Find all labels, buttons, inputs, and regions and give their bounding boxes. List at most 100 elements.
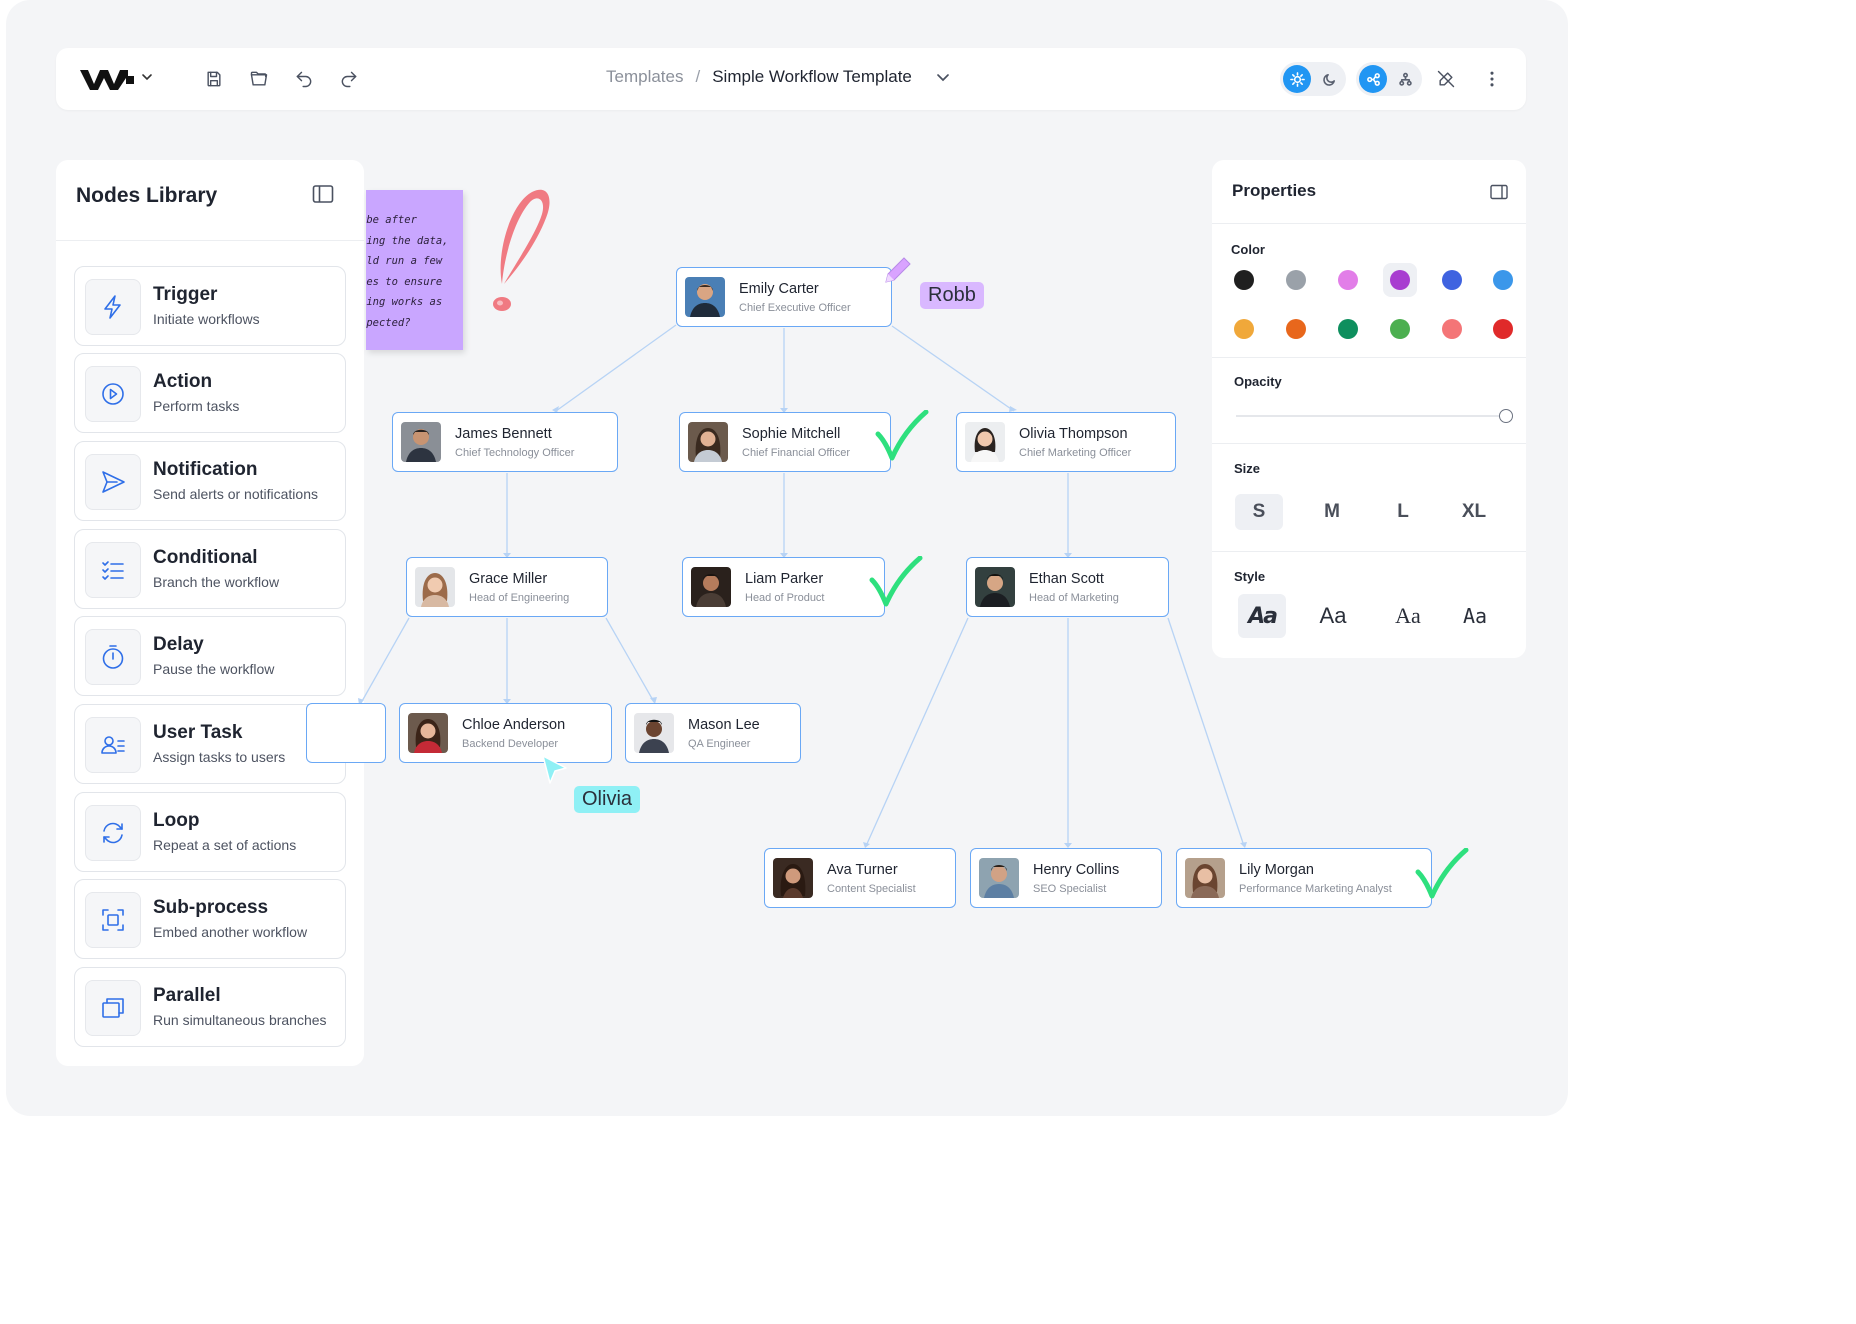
org-node-emily-carter[interactable]: Emily Carter Chief Executive Officer <box>676 267 892 327</box>
redo-icon[interactable] <box>337 67 361 91</box>
org-node-ava-turner[interactable]: Ava Turner Content Specialist <box>764 848 956 908</box>
node-subtitle: Embed another workflow <box>153 924 308 940</box>
org-node-hidden[interactable] <box>306 703 386 763</box>
edit-off-icon[interactable] <box>1434 67 1458 91</box>
org-node-mason-lee[interactable]: Mason Lee QA Engineer <box>625 703 801 763</box>
org-node-james-bennett[interactable]: James Bennett Chief Technology Officer <box>392 412 618 472</box>
avatar <box>401 422 441 462</box>
person-role: Head of Marketing <box>1029 592 1119 604</box>
app-window: Templates / Simple Workflow Template Nod… <box>6 0 1568 1116</box>
color-label: Color <box>1231 242 1265 257</box>
style-option-serif[interactable]: Aa <box>1384 594 1432 638</box>
size-option-m[interactable]: M <box>1308 494 1356 530</box>
parallel-icon <box>85 980 141 1036</box>
save-icon[interactable] <box>202 67 226 91</box>
hierarchy-view-icon[interactable] <box>1391 65 1419 93</box>
node-subtitle: Assign tasks to users <box>153 749 286 765</box>
person-name: Emily Carter <box>739 281 819 297</box>
node-action[interactable]: Action Perform tasks <box>74 353 346 433</box>
org-node-olivia-thompson[interactable]: Olivia Thompson Chief Marketing Officer <box>956 412 1176 472</box>
node-notification[interactable]: Notification Send alerts or notification… <box>74 441 346 521</box>
node-trigger[interactable]: Trigger Initiate workflows <box>74 266 346 346</box>
chevron-down-icon[interactable] <box>934 68 952 86</box>
person-role: Content Specialist <box>827 883 916 895</box>
node-subtitle: Branch the workflow <box>153 574 280 590</box>
opacity-slider-track[interactable] <box>1236 415 1502 417</box>
org-node-sophie-mitchell[interactable]: Sophie Mitchell Chief Financial Officer <box>679 412 891 472</box>
node-parallel[interactable]: Parallel Run simultaneous branches <box>74 967 346 1047</box>
panel-collapse-icon[interactable] <box>1490 184 1508 200</box>
node-title: Delay <box>153 634 204 655</box>
breadcrumb-parent[interactable]: Templates <box>606 67 683 87</box>
person-role: Head of Product <box>745 592 825 604</box>
node-delay[interactable]: Delay Pause the workflow <box>74 616 346 696</box>
org-node-grace-miller[interactable]: Grace Miller Head of Engineering <box>406 557 608 617</box>
more-vertical-icon[interactable] <box>1480 67 1504 91</box>
person-name: Ethan Scott <box>1029 571 1104 587</box>
color-swatch[interactable] <box>1338 270 1358 290</box>
person-name: Mason Lee <box>688 717 760 733</box>
color-swatch[interactable] <box>1493 270 1513 290</box>
style-option-sans[interactable]: Aa <box>1309 594 1357 638</box>
sun-icon[interactable] <box>1283 65 1311 93</box>
node-title: Notification <box>153 459 258 480</box>
color-swatch[interactable] <box>1286 319 1306 339</box>
node-subtitle: Repeat a set of actions <box>153 837 297 853</box>
org-node-chloe-anderson[interactable]: Chloe Anderson Backend Developer <box>399 703 612 763</box>
avatar <box>688 422 728 462</box>
size-option-xl[interactable]: XL <box>1450 494 1498 530</box>
person-role: Chief Marketing Officer <box>1019 447 1132 459</box>
breadcrumb-current[interactable]: Simple Workflow Template <box>712 67 912 87</box>
color-swatch[interactable] <box>1338 319 1358 339</box>
user-list-icon <box>85 717 141 773</box>
node-loop[interactable]: Loop Repeat a set of actions <box>74 792 346 872</box>
org-node-liam-parker[interactable]: Liam Parker Head of Product <box>682 557 885 617</box>
divider <box>1212 551 1526 552</box>
color-swatch[interactable] <box>1234 319 1254 339</box>
panel-collapse-icon[interactable] <box>312 184 334 204</box>
brand-logo[interactable] <box>78 66 136 92</box>
color-swatch[interactable] <box>1390 319 1410 339</box>
nodes-library-panel: Nodes Library Trigger Initiate workflows… <box>56 160 364 1066</box>
style-option-mono[interactable]: Aa <box>1451 594 1499 638</box>
node-subtitle: Perform tasks <box>153 398 240 414</box>
breadcrumb: Templates / Simple Workflow Template <box>606 67 952 87</box>
person-name: James Bennett <box>455 426 552 442</box>
subprocess-icon <box>85 892 141 948</box>
node-subtitle: Run simultaneous branches <box>153 1012 327 1028</box>
exclamation-drawing[interactable] <box>488 184 558 316</box>
style-label: Style <box>1234 569 1266 584</box>
size-option-l[interactable]: L <box>1379 494 1427 530</box>
node-title: Loop <box>153 810 200 831</box>
style-option-handwritten[interactable]: Aa <box>1238 594 1286 638</box>
node-sub-process[interactable]: Sub-process Embed another workflow <box>74 879 346 959</box>
org-node-henry-collins[interactable]: Henry Collins SEO Specialist <box>970 848 1162 908</box>
color-swatch[interactable] <box>1442 319 1462 339</box>
node-title: Action <box>153 371 213 392</box>
sticky-note[interactable]: ybe after sing the data, uld run a few s… <box>366 190 463 350</box>
folder-open-icon[interactable] <box>247 67 271 91</box>
node-subtitle: Pause the workflow <box>153 661 275 677</box>
color-swatch[interactable] <box>1390 270 1410 290</box>
color-swatch[interactable] <box>1442 270 1462 290</box>
person-name: Ava Turner <box>827 862 898 878</box>
divider <box>1212 443 1526 444</box>
color-swatch[interactable] <box>1234 270 1254 290</box>
moon-icon[interactable] <box>1315 65 1343 93</box>
divider <box>1212 357 1526 358</box>
org-node-lily-morgan[interactable]: Lily Morgan Performance Marketing Analys… <box>1176 848 1432 908</box>
panel-title: Properties <box>1232 181 1317 200</box>
node-title: Conditional <box>153 547 258 568</box>
theme-toggle <box>1280 62 1346 96</box>
org-node-ethan-scott[interactable]: Ethan Scott Head of Marketing <box>966 557 1169 617</box>
undo-icon[interactable] <box>292 67 316 91</box>
opacity-slider-thumb[interactable] <box>1499 409 1513 423</box>
color-swatch[interactable] <box>1286 270 1306 290</box>
person-name: Henry Collins <box>1033 862 1120 878</box>
avatar <box>773 858 813 898</box>
size-option-s[interactable]: S <box>1235 494 1283 530</box>
color-swatch[interactable] <box>1493 319 1513 339</box>
workflow-view-icon[interactable] <box>1359 65 1387 93</box>
node-conditional[interactable]: Conditional Branch the workflow <box>74 529 346 609</box>
chevron-down-icon[interactable] <box>140 70 154 84</box>
